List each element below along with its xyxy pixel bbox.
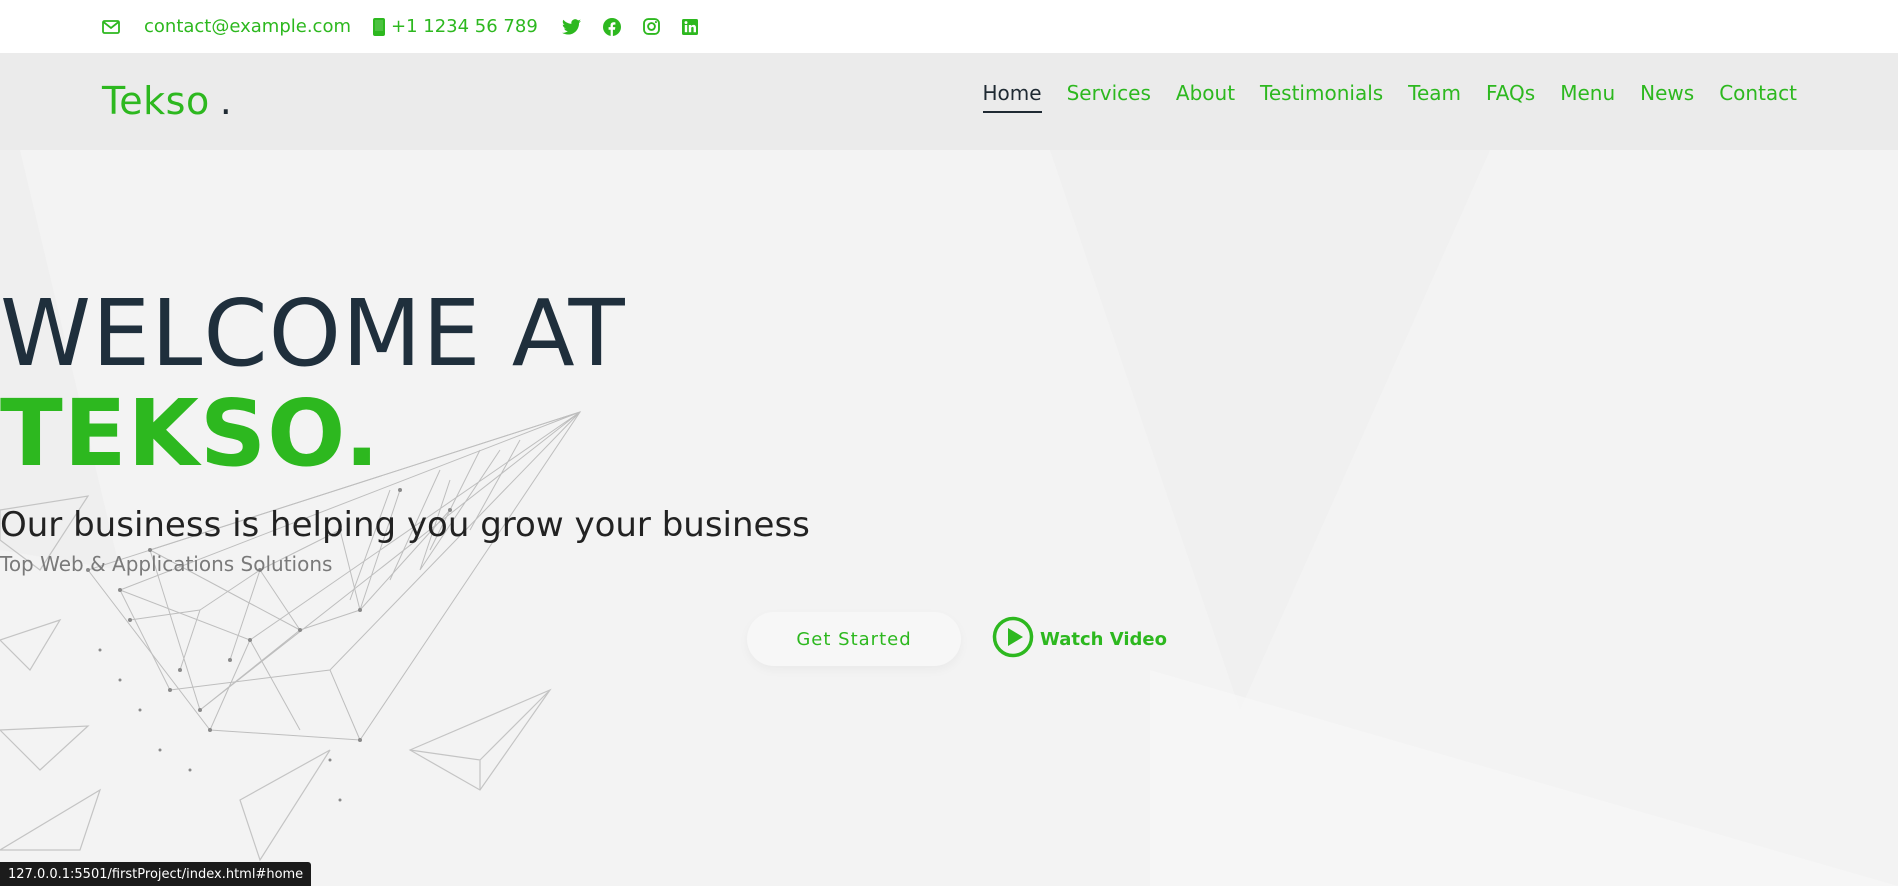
nav-testimonials[interactable]: Testimonials xyxy=(1260,81,1383,113)
phone-icon xyxy=(373,17,385,36)
logo-dot: . xyxy=(219,79,233,123)
nav-menu[interactable]: Menu xyxy=(1560,81,1615,113)
hero-subtagline: Top Web & Applications Solutions xyxy=(0,552,333,576)
facebook-icon[interactable] xyxy=(602,17,621,36)
hero-section: WELCOME AT TEKSO. Our business is helpin… xyxy=(0,150,1898,886)
envelope-icon xyxy=(102,19,120,34)
get-started-button[interactable]: Get Started xyxy=(747,612,961,666)
email-link[interactable]: contact@example.com xyxy=(144,16,351,37)
logo[interactable]: Tekso. xyxy=(102,79,232,123)
nav-about[interactable]: About xyxy=(1176,81,1235,113)
nav-contact[interactable]: Contact xyxy=(1719,81,1797,113)
watch-video-button[interactable]: Watch Video xyxy=(992,616,1167,663)
hero-heading-line2: TEKSO. xyxy=(0,380,381,487)
twitter-icon[interactable] xyxy=(561,18,581,35)
logo-text: Tekso xyxy=(102,79,210,123)
site-header: Tekso. Home Services About Testimonials … xyxy=(0,53,1898,150)
linkedin-icon[interactable] xyxy=(681,18,698,35)
main-nav: Home Services About Testimonials Team FA… xyxy=(982,81,1797,113)
instagram-icon[interactable] xyxy=(642,18,660,35)
browser-status-url: 127.0.0.1:5501/firstProject/index.html#h… xyxy=(0,862,312,886)
nav-home[interactable]: Home xyxy=(982,81,1042,113)
nav-faqs[interactable]: FAQs xyxy=(1486,81,1535,113)
social-links xyxy=(561,17,698,36)
phone-number[interactable]: +1 1234 56 789 xyxy=(391,16,538,37)
nav-services[interactable]: Services xyxy=(1067,81,1151,113)
nav-news[interactable]: News xyxy=(1640,81,1694,113)
hero-heading-line1: WELCOME AT xyxy=(0,280,626,387)
nav-team[interactable]: Team xyxy=(1408,81,1461,113)
watch-video-label: Watch Video xyxy=(1040,628,1167,650)
contact-topbar: contact@example.com +1 1234 56 789 xyxy=(0,0,1898,53)
hero-tagline: Our business is helping you grow your bu… xyxy=(0,505,810,545)
play-circle-icon xyxy=(992,616,1034,663)
